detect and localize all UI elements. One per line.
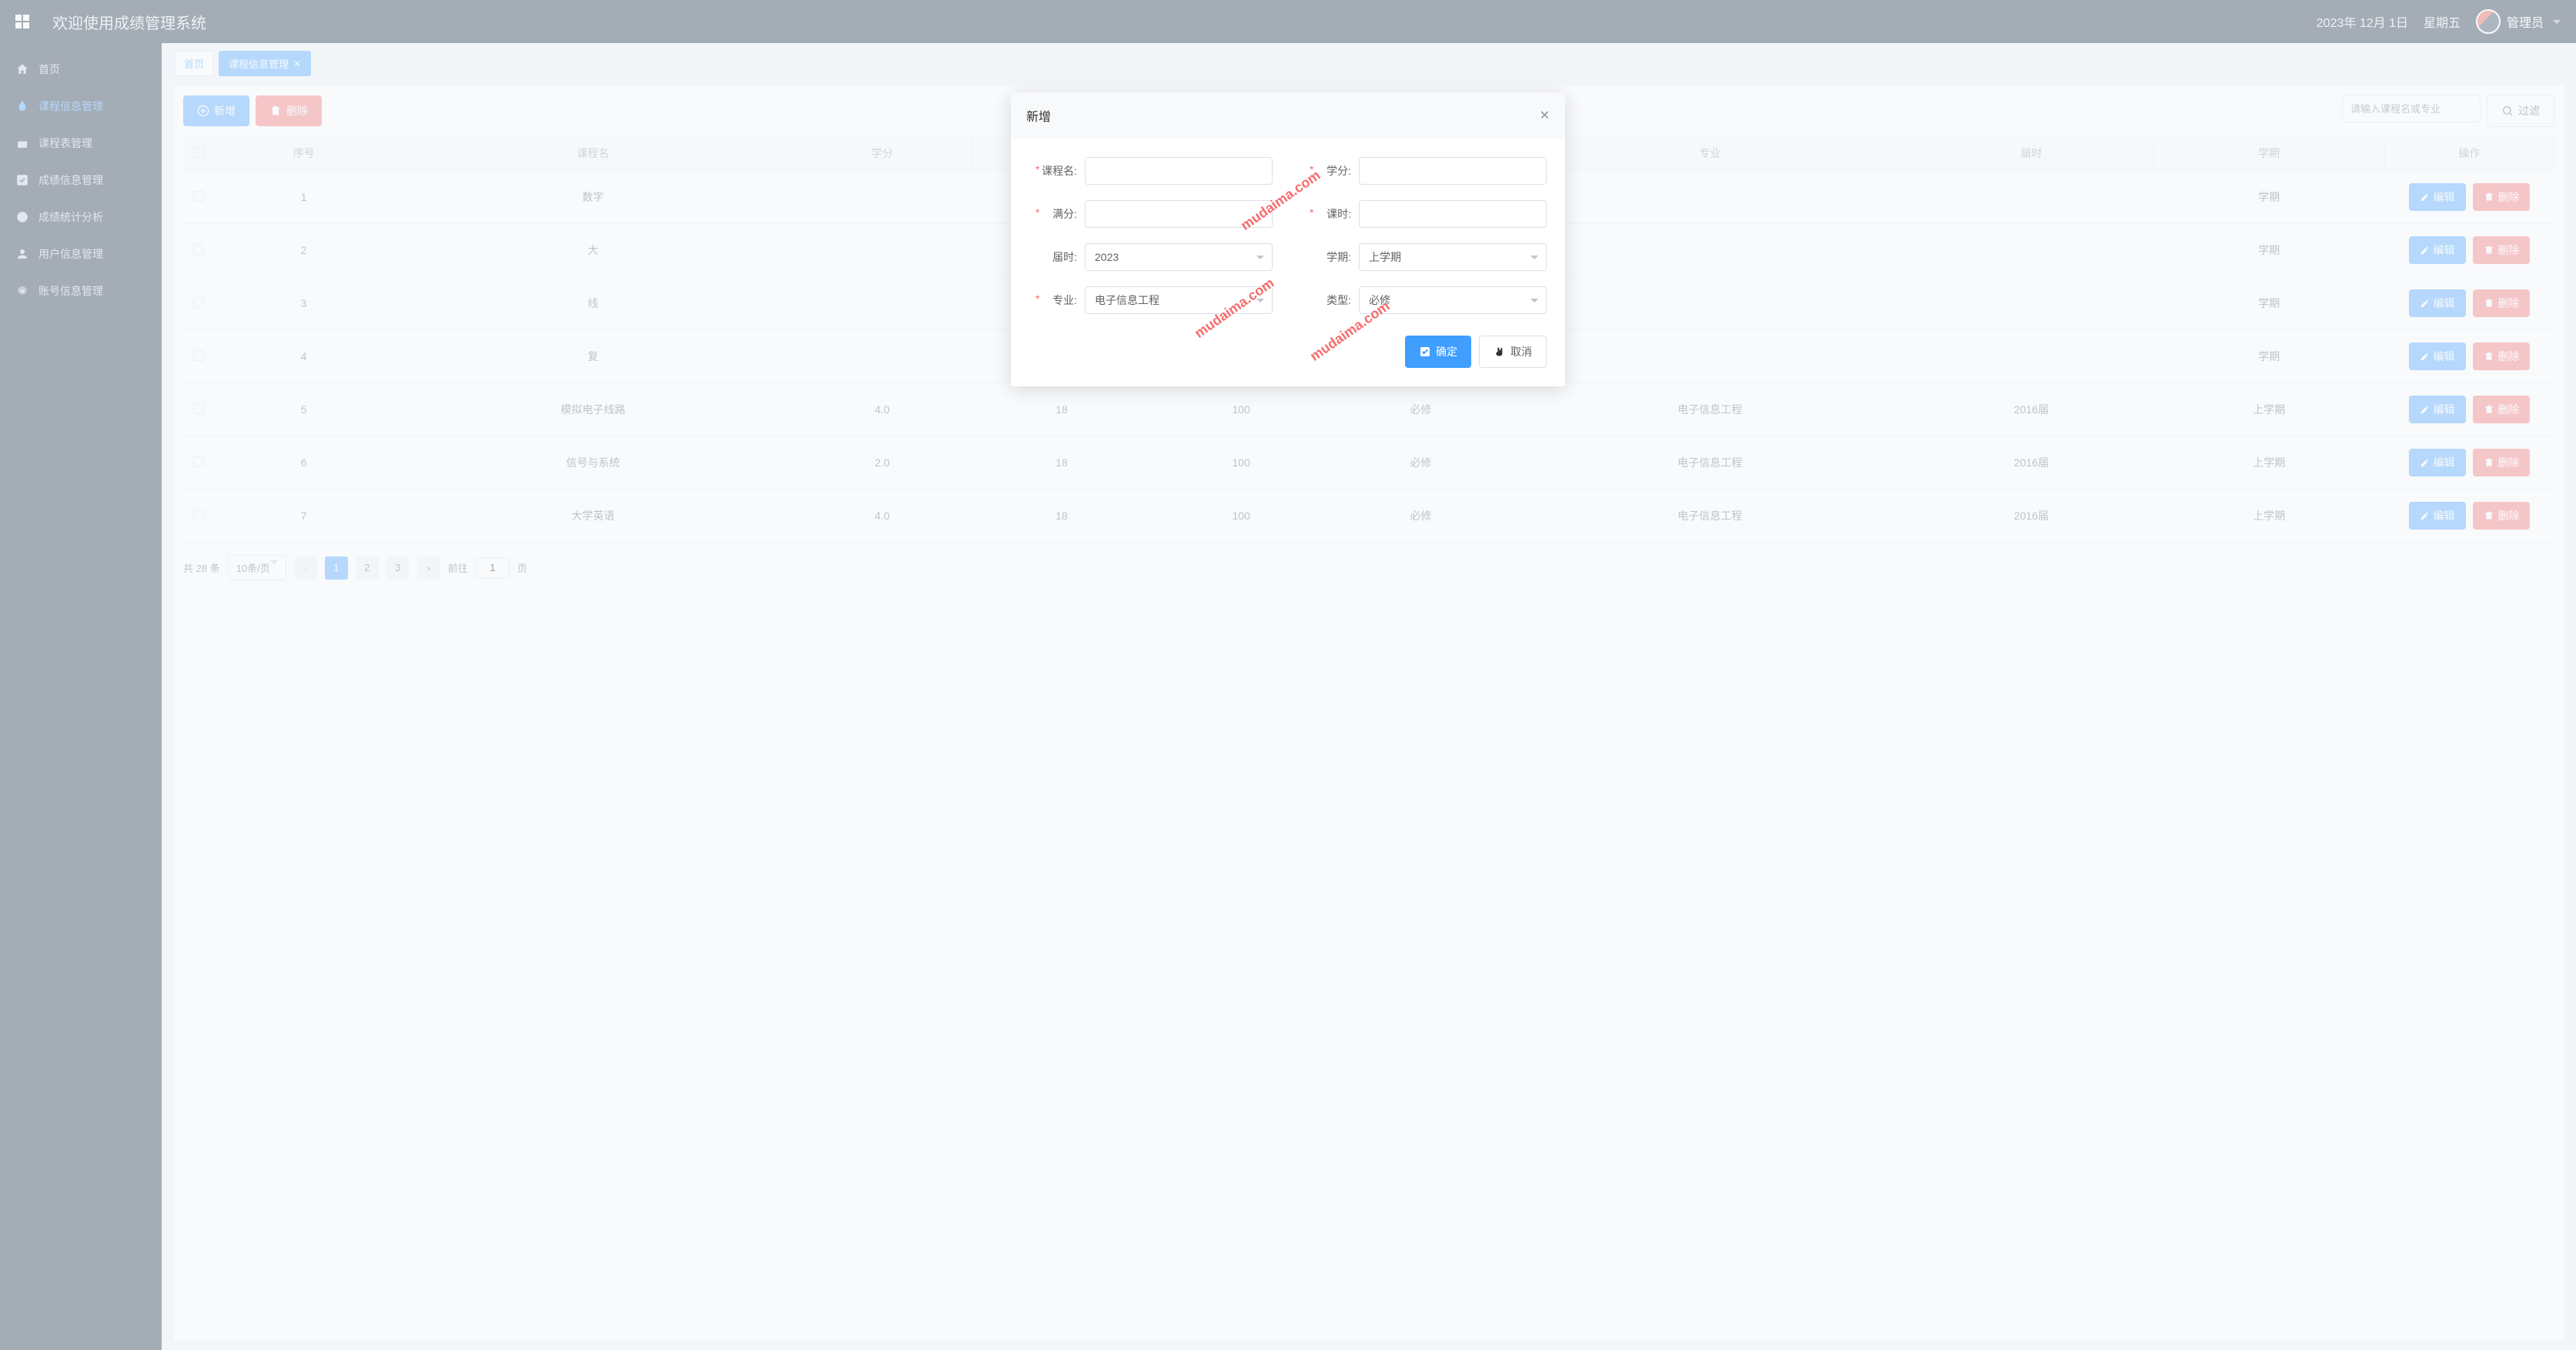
input-hours[interactable] xyxy=(1359,200,1547,228)
label-course: 课程名: xyxy=(1029,163,1085,179)
cancel-label: 取消 xyxy=(1510,344,1532,359)
modal-overlay: 新增 ✕ 课程名: 学分: 满分: 课时: xyxy=(0,0,2576,1350)
select-term[interactable]: 上学期 xyxy=(1359,243,1547,271)
label-full: 满分: xyxy=(1029,206,1085,222)
input-course[interactable] xyxy=(1085,157,1273,185)
label-year: 届时: xyxy=(1029,249,1085,265)
check-icon xyxy=(1419,346,1431,358)
input-credit[interactable] xyxy=(1359,157,1547,185)
select-year[interactable]: 2023 xyxy=(1085,243,1273,271)
ok-button[interactable]: 确定 xyxy=(1405,336,1471,368)
chevron-down-icon xyxy=(1531,256,1538,259)
ok-label: 确定 xyxy=(1436,344,1457,359)
label-term: 学期: xyxy=(1303,249,1359,265)
add-dialog: 新增 ✕ 课程名: 学分: 满分: 课时: xyxy=(1011,92,1565,386)
label-hours: 课时: xyxy=(1303,206,1359,222)
label-major: 专业: xyxy=(1029,292,1085,308)
cancel-button[interactable]: 取消 xyxy=(1479,336,1547,368)
chevron-down-icon xyxy=(1531,299,1538,302)
input-full[interactable] xyxy=(1085,200,1273,228)
label-credit: 学分: xyxy=(1303,163,1359,179)
hand-icon xyxy=(1494,346,1506,358)
close-icon[interactable]: ✕ xyxy=(1540,108,1550,123)
modal-title: 新增 xyxy=(1026,106,1051,125)
select-type[interactable]: 必修 xyxy=(1359,286,1547,314)
label-type: 类型: xyxy=(1303,292,1359,308)
select-major[interactable]: 电子信息工程 xyxy=(1085,286,1273,314)
chevron-down-icon xyxy=(1256,256,1264,259)
chevron-down-icon xyxy=(1256,299,1264,302)
